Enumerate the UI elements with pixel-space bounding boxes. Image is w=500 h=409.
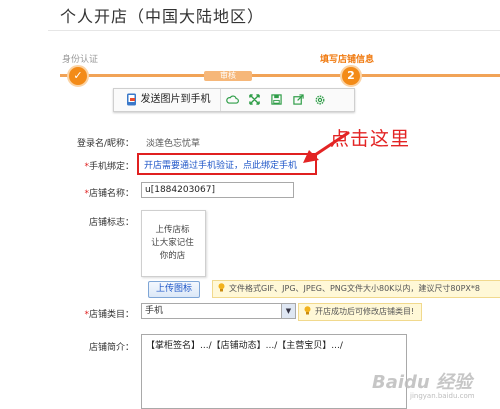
step-label-identity: 身份认证 xyxy=(62,55,99,65)
upload-logo-button[interactable]: 上传图标 xyxy=(148,281,200,298)
baidu-watermark-url: jingyan.baidu.com xyxy=(410,392,475,400)
login-name-value: 淡莲色忘忧草 xyxy=(146,139,201,149)
progress-line xyxy=(60,74,500,77)
shop-category-value: 手机 xyxy=(145,306,164,316)
shop-intro-label: 店铺简介： xyxy=(88,343,134,353)
cloud-icon xyxy=(225,95,239,104)
category-hint-text: 开店成功后可修改店铺类目! xyxy=(315,307,415,316)
category-hint: 开店成功后可修改店铺类目! xyxy=(298,303,422,321)
cloud-button[interactable] xyxy=(222,89,242,111)
upload-hint: 文件格式GIF、JPG、JPEG、PNG文件大小80K以内，建议尺寸80PX*8 xyxy=(212,280,500,298)
shop-category-label-text: 店铺类目： xyxy=(88,310,134,320)
phone-icon xyxy=(126,93,136,105)
lightbulb-icon xyxy=(304,306,311,315)
gear-icon xyxy=(315,95,325,104)
send-to-phone-label: 发送图片到手机 xyxy=(140,94,211,105)
shop-name-label-text: 店铺名称： xyxy=(88,189,134,199)
login-name-label: 登录名/昵称： xyxy=(76,139,134,149)
step-1-check-icon: ✓ xyxy=(67,65,89,87)
shop-logo-label: 店铺标志： xyxy=(88,218,134,228)
bind-phone-link[interactable]: 开店需要通过手机验证，点此绑定手机 xyxy=(144,158,297,171)
title-divider xyxy=(48,30,500,31)
logo-placeholder-text: 上传店标 让大家记住 你的店 xyxy=(151,225,194,261)
save-icon xyxy=(270,94,282,105)
share-button[interactable] xyxy=(288,89,308,111)
phone-binding-label: *手机绑定： xyxy=(54,159,134,172)
baidu-watermark: Baidu 经验 xyxy=(372,372,473,393)
step-review-label: 审核 xyxy=(204,71,252,81)
shop-name-input[interactable]: u[1884203067] xyxy=(141,182,294,198)
settings-button[interactable] xyxy=(310,89,330,111)
floating-toolbar: 发送图片到手机 xyxy=(113,88,355,112)
upload-hint-text: 文件格式GIF、JPG、JPEG、PNG文件大小80K以内，建议尺寸80PX*8 xyxy=(229,284,480,293)
step-label-shop-info: 填写店铺信息 xyxy=(320,55,375,65)
chevron-down-icon[interactable]: ▼ xyxy=(281,304,295,318)
shop-intro-textarea[interactable]: 【掌柜签名】.../【店铺动态】.../【主营宝贝】.../ xyxy=(141,334,407,409)
annotation-text: 点击这里 xyxy=(330,128,411,150)
share-icon xyxy=(292,94,304,105)
send-to-phone-button[interactable]: 发送图片到手机 xyxy=(116,89,221,111)
shop-category-label: *店铺类目： xyxy=(54,307,134,320)
save-button[interactable] xyxy=(266,89,286,111)
phone-binding-label-text: 手机绑定： xyxy=(88,162,134,172)
fullscreen-button[interactable] xyxy=(244,89,264,111)
lightbulb-icon xyxy=(218,283,225,292)
page-title: 个人开店（中国大陆地区） xyxy=(60,7,265,26)
shop-category-select[interactable]: 手机 ▼ xyxy=(141,303,296,319)
step-2-indicator: 2 xyxy=(340,65,362,87)
expand-icon xyxy=(248,94,260,105)
shop-name-label: *店铺名称： xyxy=(54,186,134,199)
